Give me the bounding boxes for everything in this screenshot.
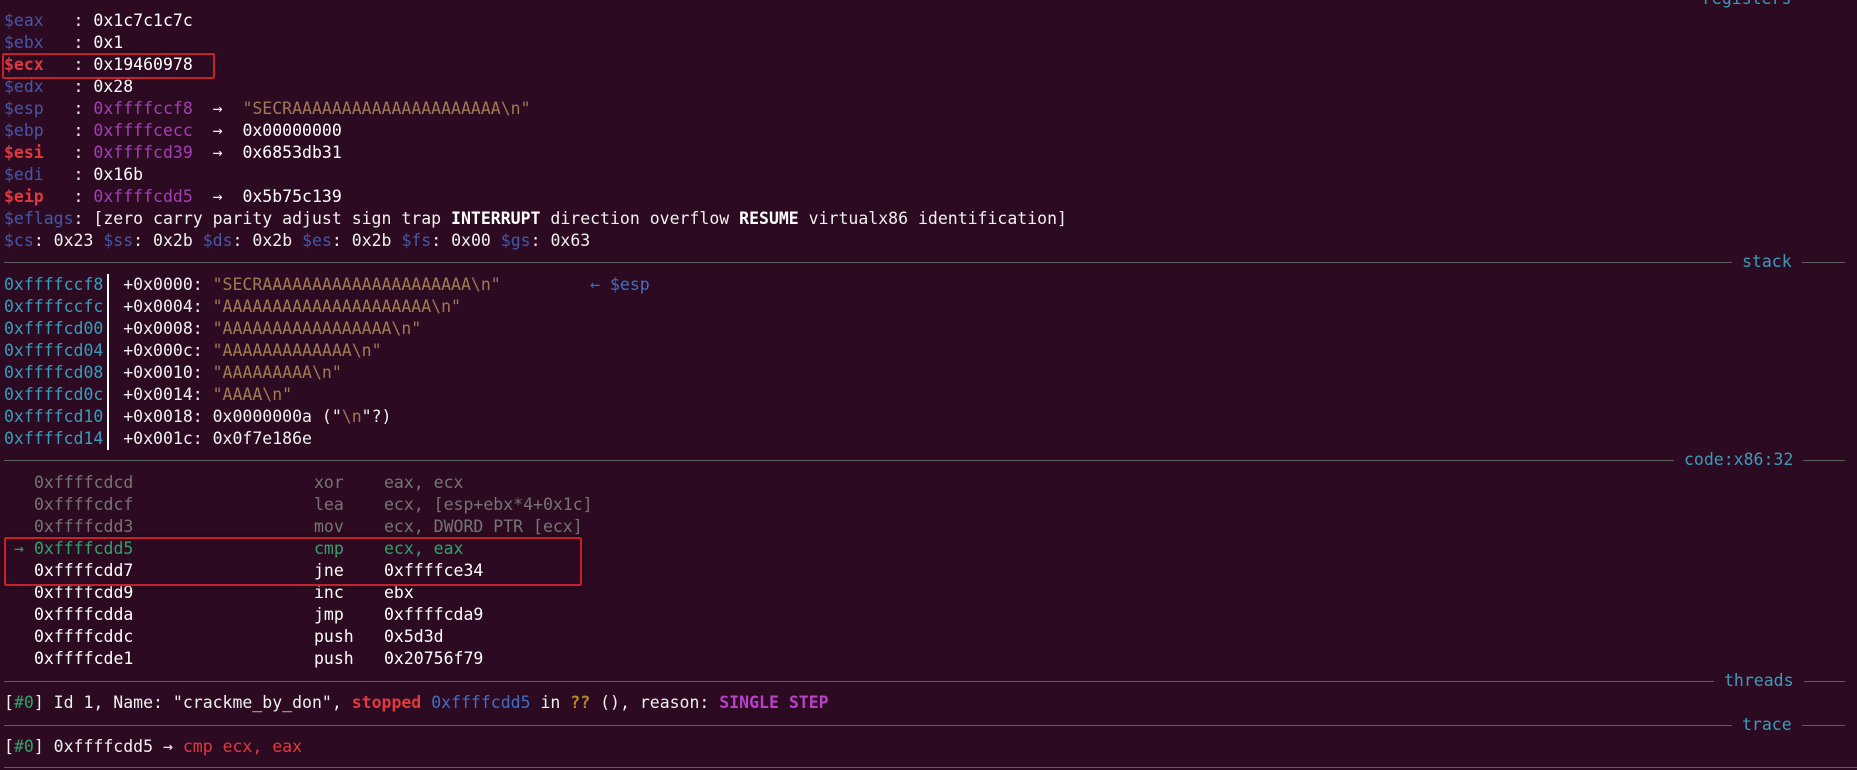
register-value: 0x16b [93,165,144,184]
arrow-icon: → [192,99,243,118]
stack-row: 0xffffcd10 +0x0018: 0x0000000a ("\n"?) [4,407,392,426]
register-target: 0x5b75c139 [242,187,342,206]
code-separator [4,460,1845,461]
stack-row: 0xffffcd14 +0x001c: 0x0f7e186e [4,429,312,448]
flag-interrupt: INTERRUPT [451,209,541,228]
arrow-icon: → [192,143,243,162]
stack-address: 0xffffcd14 [4,429,104,448]
stack-address: 0xffffcd0c [4,385,104,404]
instruction-address: 0xffffcdcd [34,473,134,492]
stack-row: 0xffffcd00 +0x0008: "AAAAAAAAAAAAAAAAA\n… [4,319,422,338]
trace-line: [#0] 0xffffcdd5 → cmp ecx, eax [4,737,303,756]
register-value: 0xffffccf8 [93,99,193,118]
register-name: $esp [4,99,44,118]
instruction-mnemonic: push [314,627,354,646]
stack-header: stack [1732,251,1802,273]
register-esi: $esi : 0xffffcd39 → 0x6853db31 [4,143,342,162]
register-value: 0x28 [93,77,134,96]
stack-address: 0xffffcd04 [4,341,104,360]
stack-address: 0xffffccf8 [4,275,104,294]
thread-line: [#0] Id 1, Name: "crackme_by_don", stopp… [4,693,829,712]
instruction-operands: ecx, [esp+ebx*4+0x1c] [384,495,593,514]
register-eip: $eip : 0xffffcdd5 → 0x5b75c139 [4,187,342,206]
thread-function: ?? [570,693,591,712]
thread-number: #0 [13,693,34,712]
thread-reason: SINGLE STEP [719,693,829,712]
instruction-operands: eax, ecx [384,473,464,492]
stack-separator [4,262,1845,263]
code-line: 0xffffcddc push 0x5d3d [34,626,444,648]
esp-pointer-note: ← $esp [590,275,650,294]
flag-resume: RESUME [739,209,799,228]
stack-address: 0xffffcd10 [4,407,104,426]
code-line: 0xffffcdda jmp 0xffffcda9 [34,604,483,626]
threads-separator [4,681,1845,682]
stack-address: 0xffffcd08 [4,363,104,382]
register-eax: $eax : 0x1c7c1c7c [4,11,193,30]
registers-header: registers [1692,0,1802,10]
register-value: 0xffffcd39 [93,143,193,162]
thread-status: stopped [351,693,422,712]
instruction-address: 0xffffcde1 [34,649,134,668]
register-name: $edx [4,77,44,96]
register-target: "SECRAAAAAAAAAAAAAAAAAAAAA\n" [242,99,531,118]
trace-separator [4,725,1845,726]
register-name: $eip [4,187,44,206]
instruction-mnemonic: lea [314,495,344,514]
instruction-address: 0xffffcdcf [34,495,134,514]
instruction-address: 0xffffcdda [34,605,134,624]
register-name: $ebp [4,121,44,140]
code-line: 0xffffcde1 push 0x20756f79 [34,648,483,670]
instruction-operands: 0xffffcda9 [384,605,484,624]
trace-number: #0 [13,737,34,756]
code-line: 0xffffcdcf lea ecx, [esp+ebx*4+0x1c] [34,494,593,516]
trace-instruction: cmp ecx, eax [182,737,303,756]
stack-row: 0xffffcd04 +0x000c: "AAAAAAAAAAAAA\n" [4,341,382,360]
register-edx: $edx : 0x28 [4,77,134,96]
register-name: $ebx [4,33,44,52]
register-edi: $edi : 0x16b [4,165,144,184]
eflags-line: $eflags: [zero carry parity adjust sign … [4,209,1067,228]
instruction-operands: 0x5d3d [384,627,444,646]
register-value: 0x1 [93,33,124,52]
stack-row: 0xffffccf8 +0x0000: "SECRAAAAAAAAAAAAAAA… [4,275,650,294]
register-name: $edi [4,165,44,184]
register-target: 0x00000000 [242,121,342,140]
bottom-separator [4,767,1857,768]
eflags-label: $eflags [4,209,74,228]
register-ebx: $ebx : 0x1 [4,33,124,52]
trace-header: trace [1732,714,1802,736]
register-name: $eax [4,11,44,30]
instruction-address: 0xffffcddc [34,627,134,646]
register-value: 0xffffcecc [93,121,193,140]
arrow-icon: → [192,121,243,140]
stack-row: 0xffffcd08 +0x0010: "AAAAAAAAA\n" [4,363,342,382]
instruction-mnemonic: xor [314,473,344,492]
stack-row: 0xffffccfc +0x0004: "AAAAAAAAAAAAAAAAAAA… [4,297,461,316]
instruction-operands: 0x20756f79 [384,649,484,668]
cmp-jne-highlight-box [4,537,582,586]
register-value: 0xffffcdd5 [93,187,193,206]
stack-row: 0xffffcd0c +0x0014: "AAAA\n" [4,385,293,404]
register-esp: $esp : 0xffffccf8 → "SECRAAAAAAAAAAAAAAA… [4,99,531,118]
ecx-highlight-box [2,53,215,79]
instruction-operands: ecx, DWORD PTR [ecx] [384,517,583,536]
instruction-address: 0xffffcdd3 [34,517,134,536]
threads-header: threads [1714,670,1804,692]
instruction-mnemonic: mov [314,517,344,536]
thread-address: 0xffffcdd5 [431,693,531,712]
register-ebp: $ebp : 0xffffcecc → 0x00000000 [4,121,342,140]
register-target: 0x6853db31 [242,143,342,162]
arrow-icon: → [192,187,243,206]
register-value: 0x1c7c1c7c [93,11,193,30]
code-line: 0xffffcdcd xor eax, ecx [34,472,463,494]
instruction-mnemonic: push [314,649,354,668]
instruction-mnemonic: jmp [314,605,344,624]
stack-address: 0xffffccfc [4,297,104,316]
stack-address: 0xffffcd00 [4,319,104,338]
code-header: code:x86:32 [1674,449,1804,471]
code-line: 0xffffcdd3 mov ecx, DWORD PTR [ecx] [34,516,583,538]
segment-registers: $cs: 0x23 $ss: 0x2b $ds: 0x2b $es: 0x2b … [4,231,591,250]
register-name: $esi [4,143,44,162]
